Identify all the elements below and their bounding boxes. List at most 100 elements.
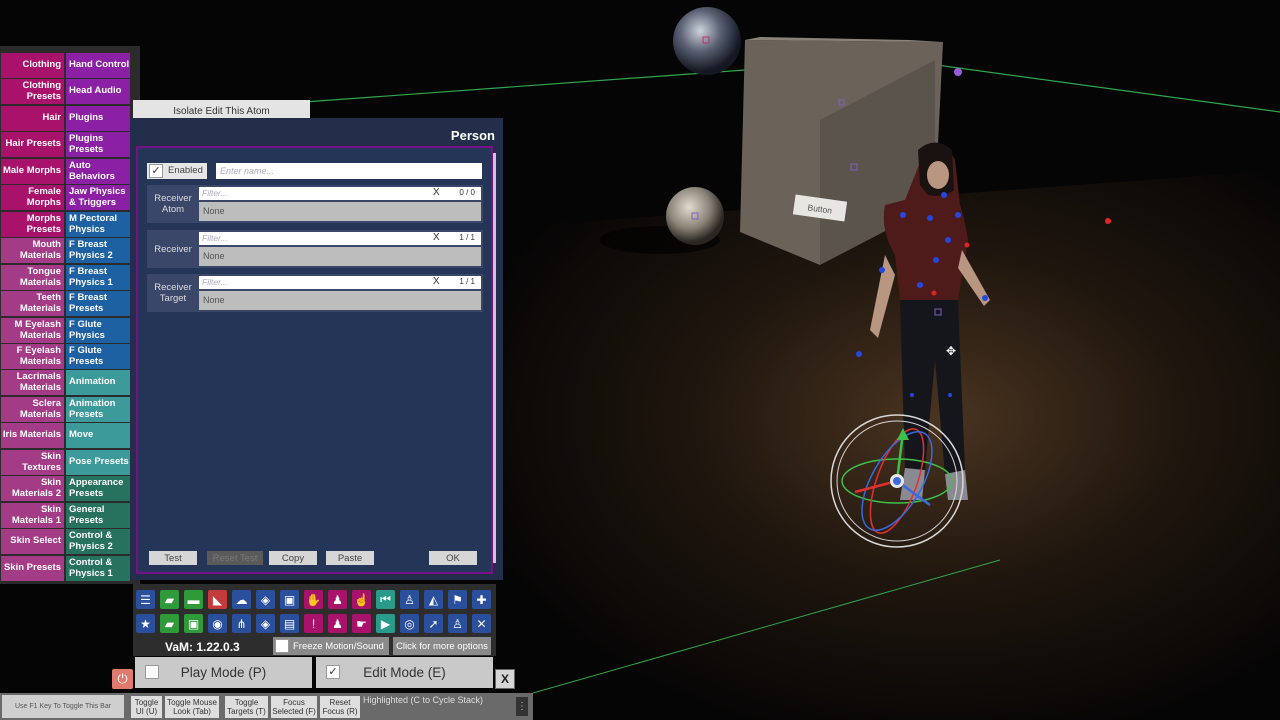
touch-icon[interactable]: ☝ [352,590,371,609]
focus-selected-button[interactable]: Focus Selected (F) [271,696,317,718]
users-icon[interactable]: ♙ [448,614,467,633]
paste-button[interactable]: Paste [326,551,374,565]
scrollbar[interactable] [493,153,496,563]
receiver-filter-input[interactable]: Filter... X 1 / 1 [199,232,481,245]
category-tab-move[interactable]: Move [66,423,130,448]
add-icon[interactable]: ✚ [472,590,491,609]
category-tab-skin-presets[interactable]: Skin Presets [1,556,64,581]
category-tab-plugins-presets[interactable]: Plugins Presets [66,132,130,157]
user-edit-icon[interactable]: ♟ [328,614,347,633]
receiver-target-dropdown[interactable]: None [199,291,481,310]
category-tab-general-presets[interactable]: General Presets [66,503,130,528]
category-tab-clothing-presets[interactable]: Clothing Presets [1,79,64,104]
receiver-atom-filter-input[interactable]: Filter... X 0 / 0 [199,187,481,200]
category-tab-male-morphs[interactable]: Male Morphs [1,159,64,184]
star-icon[interactable]: ★ [136,614,155,633]
tools-icon[interactable]: ✕ [472,614,491,633]
category-tab-f-breast-presets[interactable]: F Breast Presets [66,291,130,316]
flag-icon[interactable]: ⚑ [448,590,467,609]
category-tab-skin-materials-2[interactable]: Skin Materials 2 [1,476,64,501]
more-menu-icon[interactable]: ⋮ [516,697,528,716]
category-tab-auto-behaviors[interactable]: Auto Behaviors [66,159,130,184]
category-tab-plugins[interactable]: Plugins [66,106,130,131]
category-tab-control-physics-2[interactable]: Control & Physics 2 [66,529,130,554]
category-tab-f-breast-physics-2[interactable]: F Breast Physics 2 [66,238,130,263]
receiver-atom-dropdown[interactable]: None [199,202,481,221]
category-tab-hair-presets[interactable]: Hair Presets [1,132,64,157]
receiver-target-filter-input[interactable]: Filter... X 1 / 1 [199,276,481,289]
category-tab-skin-textures[interactable]: Skin Textures [1,450,64,475]
folder-icon[interactable]: ▬ [184,590,203,609]
edit-mode-button[interactable]: ✓ Edit Mode (E) [316,657,493,688]
menu-icon[interactable]: ☰ [136,590,155,609]
category-tab-clothing[interactable]: Clothing [1,53,64,78]
network-icon[interactable]: ⋔ [232,614,251,633]
category-tab-tongue-materials[interactable]: Tongue Materials [1,265,64,290]
clear-filter-button[interactable]: X [433,187,440,198]
alert-icon[interactable]: ! [304,614,323,633]
category-tab-female-morphs[interactable]: Female Morphs [1,185,64,210]
category-tab-hand-control[interactable]: Hand Control [66,53,130,78]
receiver-dropdown[interactable]: None [199,247,481,266]
cloud-download-icon[interactable]: ☁ [232,590,251,609]
document-icon[interactable]: ▤ [280,614,299,633]
save-icon[interactable]: ◣ [208,590,227,609]
person-gear-icon[interactable]: ♟ [328,590,347,609]
unity-icon[interactable]: ◭ [424,590,443,609]
category-tab-teeth-materials[interactable]: Teeth Materials [1,291,64,316]
toggle-mouse-look-button[interactable]: Toggle Mouse Look (Tab) [165,696,219,718]
freeze-checkbox[interactable] [275,639,289,653]
test-button[interactable]: Test [149,551,197,565]
category-tab-control-physics-1[interactable]: Control & Physics 1 [66,556,130,581]
category-tab-m-pectoral-physics[interactable]: M Pectoral Physics [66,212,130,237]
target-icon[interactable]: ◎ [400,614,419,633]
category-tab-lacrimals-materials[interactable]: Lacrimals Materials [1,370,64,395]
freeze-motion-toggle[interactable]: Freeze Motion/Sound [273,637,389,655]
name-input[interactable]: Enter name... [216,163,482,179]
grab-icon[interactable]: ☛ [352,614,371,633]
clear-filter-button[interactable]: X [433,232,440,243]
category-tab-f-glute-physics[interactable]: F Glute Physics [66,318,130,343]
cursor-icon[interactable]: ➚ [424,614,443,633]
category-tab-iris-materials[interactable]: Iris Materials [1,423,64,448]
category-tab-hair[interactable]: Hair [1,106,64,131]
category-tab-f-eyelash-materials[interactable]: F Eyelash Materials [1,344,64,369]
hand-icon[interactable]: ✋ [304,590,323,609]
play-mode-button[interactable]: Play Mode (P) [135,657,312,688]
copy-button[interactable]: Copy [269,551,317,565]
category-tab-head-audio[interactable]: Head Audio [66,79,130,104]
camera-icon[interactable]: ◉ [208,614,227,633]
category-tab-animation-presets[interactable]: Animation Presets [66,397,130,422]
category-tab-animation[interactable]: Animation [66,370,130,395]
more-options-button[interactable]: Click for more options [393,637,491,655]
reset-test-button[interactable]: Reset Test [207,551,263,565]
category-tab-sclera-materials[interactable]: Sclera Materials [1,397,64,422]
category-tab-m-eyelash-materials[interactable]: M Eyelash Materials [1,318,64,343]
category-tab-morphs-presets[interactable]: Morphs Presets [1,212,64,237]
category-tab-appearance-presets[interactable]: Appearance Presets [66,476,130,501]
toggle-ui-button[interactable]: Toggle UI (U) [131,696,162,718]
category-tab-f-breast-physics-1[interactable]: F Breast Physics 1 [66,265,130,290]
clear-filter-button[interactable]: X [433,276,440,287]
skip-start-icon[interactable]: ⏮ [376,590,395,609]
box-icon[interactable]: ◈ [256,590,275,609]
image-folder-icon[interactable]: ▣ [184,614,203,633]
category-tab-skin-materials-1[interactable]: Skin Materials 1 [1,503,64,528]
category-tab-pose-presets[interactable]: Pose Presets [66,450,130,475]
category-tab-jaw-physics-triggers[interactable]: Jaw Physics & Triggers [66,185,130,210]
package-icon[interactable]: ▣ [280,590,299,609]
category-tab-skin-select[interactable]: Skin Select [1,529,64,554]
ok-button[interactable]: OK [429,551,477,565]
category-tab-mouth-materials[interactable]: Mouth Materials [1,238,64,263]
box-open-icon[interactable]: ◈ [256,614,275,633]
toggle-targets-button[interactable]: Toggle Targets (T) [225,696,268,718]
play-icon[interactable]: ▶ [376,614,395,633]
category-tab-f-glute-presets[interactable]: F Glute Presets [66,344,130,369]
enabled-checkbox[interactable]: ✓ [149,164,163,178]
scene-icon[interactable]: ▰ [160,614,179,633]
close-button[interactable]: X [495,669,515,689]
enabled-toggle[interactable]: ✓ Enabled [147,163,207,179]
person-icon[interactable]: ♙ [400,590,419,609]
power-icon[interactable]: ⏻ [112,669,133,689]
reset-focus-button[interactable]: Reset Focus (R) [320,696,360,718]
